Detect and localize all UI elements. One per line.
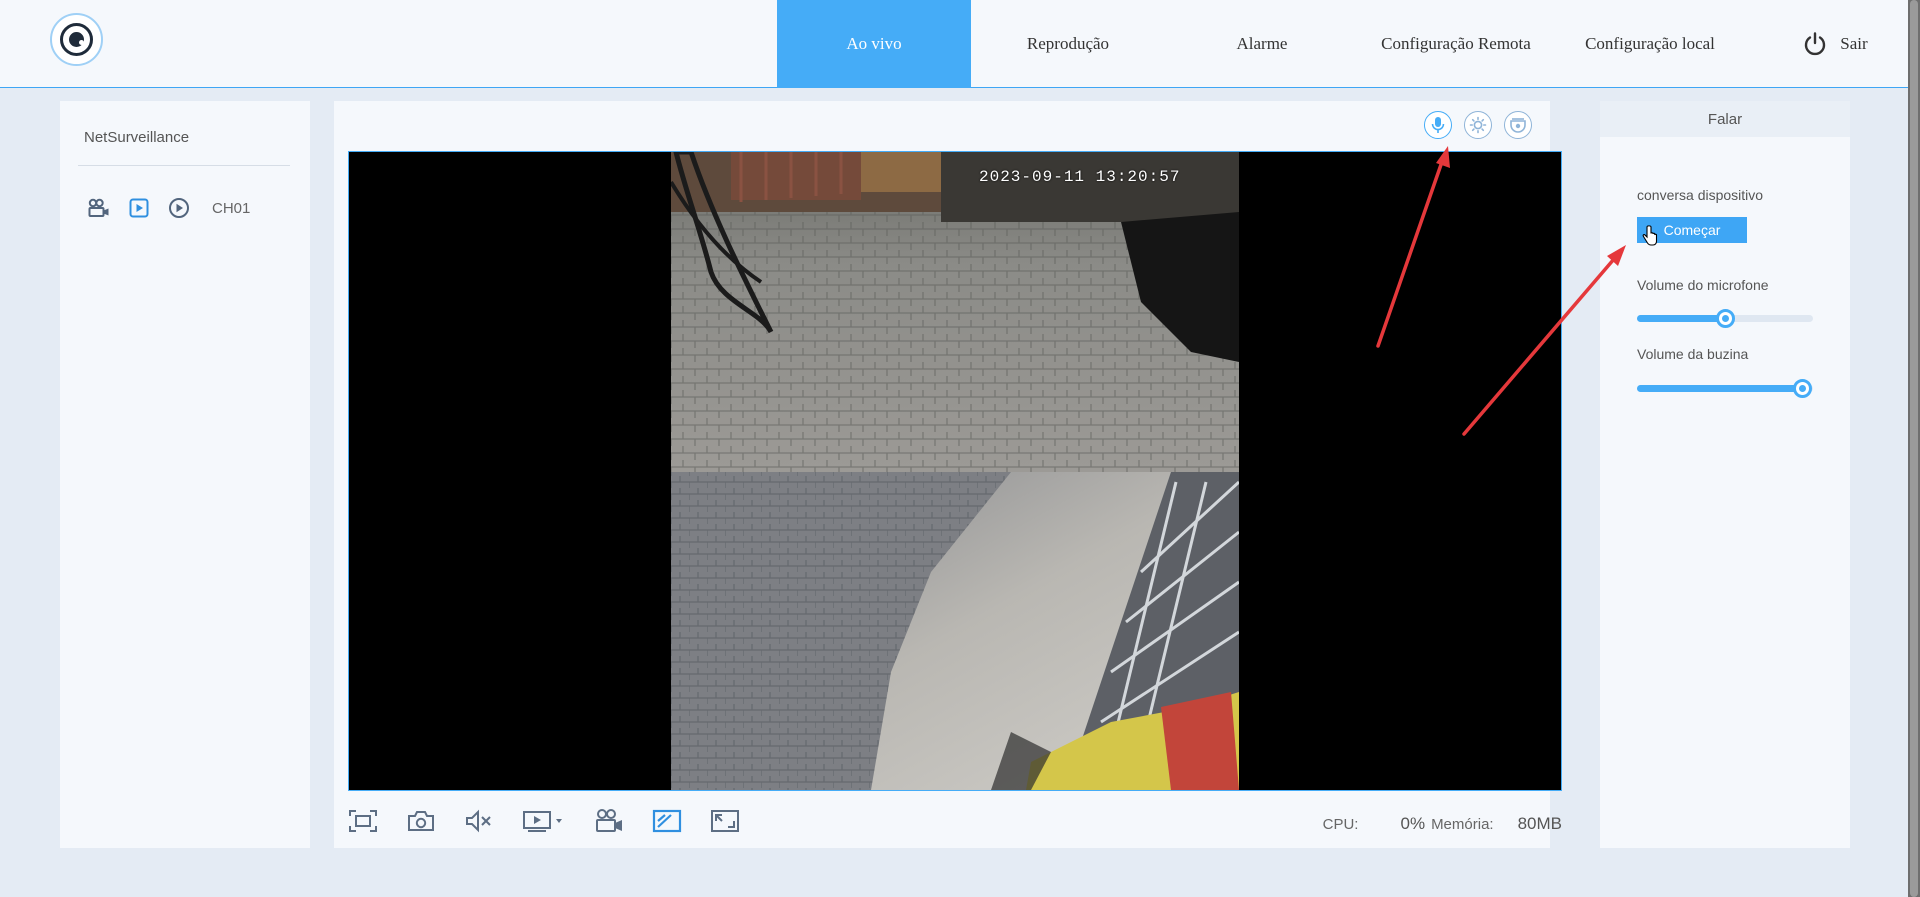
horn-volume-slider[interactable] bbox=[1637, 379, 1813, 398]
channel-row: CH01 bbox=[88, 197, 250, 219]
bottom-toolbar bbox=[348, 807, 740, 835]
memory-value: 80MB bbox=[1517, 814, 1562, 833]
fullscreen-icon[interactable] bbox=[710, 807, 740, 835]
window-scrollbar[interactable] bbox=[1908, 0, 1920, 897]
live-view-panel: 2023-09-11 13:20:57 CPU: 0% Memória: 80M… bbox=[334, 101, 1562, 848]
mic-volume-label: Volume do microfone bbox=[1637, 277, 1769, 293]
power-icon bbox=[1805, 32, 1826, 56]
fit-screen-icon[interactable] bbox=[348, 807, 378, 835]
nav-tab-alarme[interactable]: Alarme bbox=[1165, 0, 1359, 88]
hand-cursor-icon bbox=[1642, 225, 1658, 246]
live-play-icon[interactable] bbox=[128, 197, 150, 219]
video-timestamp: 2023-09-11 13:20:57 bbox=[979, 168, 1181, 186]
cpu-value: 0% bbox=[1400, 814, 1426, 833]
record-camera-icon[interactable] bbox=[88, 197, 110, 219]
device-list-panel: NetSurveillance CH01 bbox=[60, 101, 310, 848]
exit-button[interactable]: Sair bbox=[1785, 0, 1885, 88]
intercom-label: conversa dispositivo bbox=[1637, 187, 1764, 203]
horn-volume-label: Volume da buzina bbox=[1637, 346, 1749, 362]
memory-label: Memória: bbox=[1431, 816, 1494, 833]
nav-tab-configuracao-local[interactable]: Configuração local bbox=[1553, 0, 1747, 88]
ptz-camera-icon[interactable] bbox=[1504, 111, 1532, 139]
mute-icon[interactable] bbox=[464, 807, 494, 835]
device-name[interactable]: NetSurveillance bbox=[84, 129, 189, 146]
top-toolbar bbox=[1424, 111, 1532, 139]
scrollbar-thumb[interactable] bbox=[1910, 0, 1918, 897]
talk-panel-title: Falar bbox=[1600, 101, 1850, 137]
video-viewport[interactable]: 2023-09-11 13:20:57 bbox=[348, 151, 1562, 791]
playback-icon[interactable] bbox=[168, 197, 190, 219]
top-nav-bar: Ao vivo Reprodução Alarme Configuração R… bbox=[0, 0, 1908, 88]
nav-tab-ao-vivo[interactable]: Ao vivo bbox=[777, 0, 971, 88]
camera-feed-image: 2023-09-11 13:20:57 bbox=[671, 152, 1239, 790]
mic-volume-slider[interactable] bbox=[1637, 309, 1813, 328]
divider bbox=[78, 165, 290, 166]
snapshot-icon[interactable] bbox=[406, 807, 436, 835]
stream-select-icon[interactable] bbox=[522, 807, 566, 835]
record-icon[interactable] bbox=[594, 807, 624, 835]
talk-panel: Falar conversa dispositivo Começar Volum… bbox=[1600, 101, 1850, 848]
system-stats: CPU: 0% Memória: 80MB bbox=[1323, 814, 1562, 834]
microphone-icon[interactable] bbox=[1424, 111, 1452, 139]
exit-label: Sair bbox=[1840, 34, 1868, 53]
horn-volume-knob[interactable] bbox=[1793, 379, 1813, 398]
nav-tab-reproducao[interactable]: Reprodução bbox=[971, 0, 1165, 88]
aspect-ratio-icon[interactable] bbox=[652, 807, 682, 835]
channel-label[interactable]: CH01 bbox=[212, 200, 250, 217]
camera-eye-logo bbox=[50, 13, 103, 66]
cpu-label: CPU: bbox=[1322, 816, 1359, 833]
nav-tab-configuracao-remota[interactable]: Configuração Remota bbox=[1359, 0, 1553, 88]
mic-volume-knob[interactable] bbox=[1716, 309, 1735, 328]
brightness-icon[interactable] bbox=[1464, 111, 1492, 139]
